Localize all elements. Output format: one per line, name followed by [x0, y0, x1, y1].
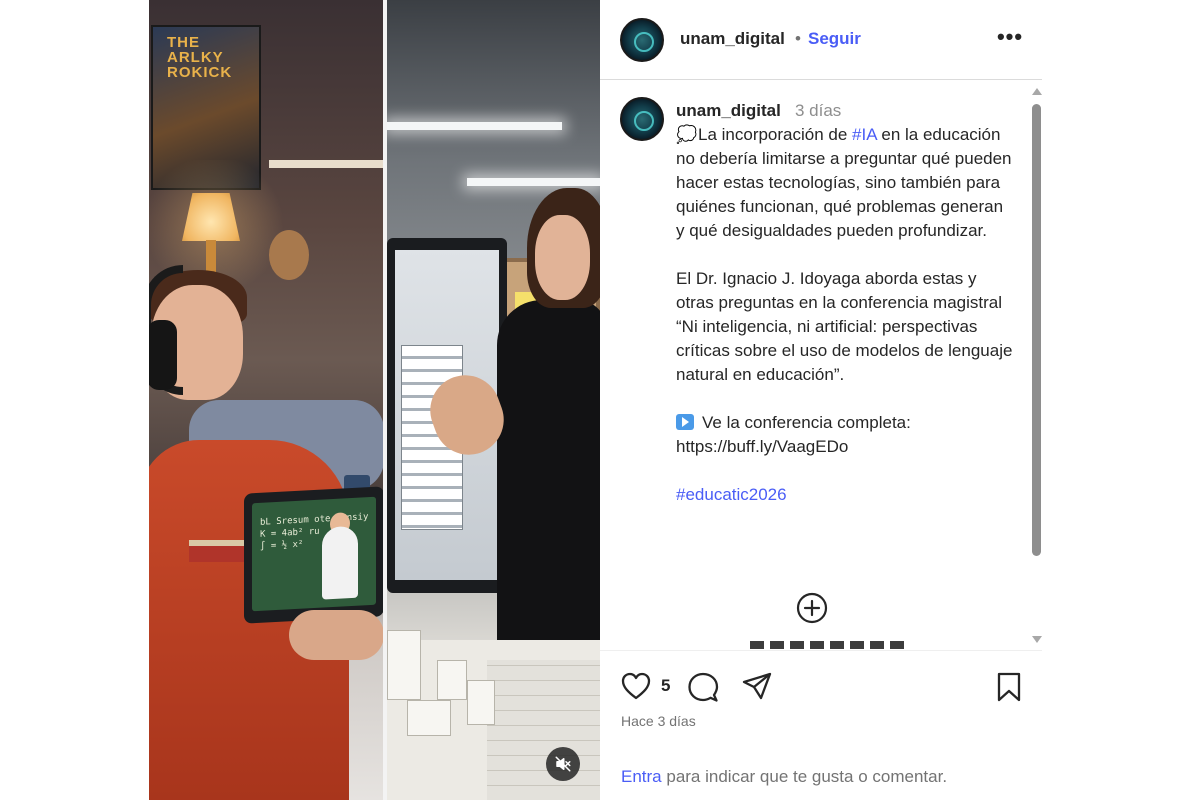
ceiling-light — [387, 122, 562, 130]
woman-face — [535, 215, 590, 300]
scroll-thumb[interactable] — [1032, 104, 1041, 556]
bookmark-icon — [997, 672, 1021, 702]
login-prompt-text: para indicar que te gusta o comentar. — [661, 767, 948, 786]
boy-hand — [289, 610, 383, 660]
header-separator: • — [795, 29, 801, 48]
mute-button[interactable] — [546, 747, 580, 781]
login-link[interactable]: Entra — [621, 767, 662, 786]
save-button[interactable] — [995, 671, 1023, 708]
post-sidebar: unam_digital • Seguir ••• unam_digital 3… — [600, 0, 1042, 800]
poster-title: THE ARLKY ROKICK — [167, 34, 233, 81]
comments-scrollbar[interactable] — [1030, 88, 1042, 646]
caption-p3-line1: Ve la conferencia completa: — [702, 413, 911, 432]
hashtag-educatic-link[interactable]: #educatic2026 — [676, 485, 787, 504]
play-button-icon — [676, 414, 694, 430]
image-panel-architect — [387, 0, 600, 800]
tablet-screen: bL Sresum ote sensiy K = 4ab² ru ∫ = ½ x… — [252, 496, 376, 612]
scroll-up-arrow-icon[interactable] — [1032, 88, 1042, 95]
scroll-down-arrow-icon[interactable] — [1032, 636, 1042, 643]
author-username[interactable]: unam_digital — [680, 29, 785, 49]
caption-paragraph-3: Ve la conferencia completa: — [676, 411, 1016, 435]
send-icon — [742, 672, 772, 700]
building-model — [437, 660, 467, 700]
post-viewer: THE ARLKY ROKICK bL Sresum ote sensiy K … — [0, 0, 1200, 800]
ceiling-light — [467, 178, 600, 186]
post-timestamp: Hace 3 días — [621, 713, 696, 729]
caption-username[interactable]: unam_digital — [676, 101, 781, 121]
building-model — [407, 700, 451, 736]
more-options-button[interactable]: ••• — [995, 22, 1025, 56]
caption-p1-before: La incorporación de — [698, 125, 853, 144]
caption-author-avatar[interactable] — [620, 97, 664, 141]
caption-paragraph-2: El Dr. Ignacio J. Idoyaga aborda estas y… — [676, 269, 1013, 384]
comment-icon — [688, 672, 719, 702]
conference-url: https://buff.ly/VaagEDo — [676, 437, 849, 456]
share-button[interactable] — [741, 671, 773, 708]
post-media-image[interactable]: THE ARLKY ROKICK bL Sresum ote sensiy K … — [149, 0, 600, 800]
like-count[interactable]: 5 — [661, 676, 670, 696]
comments-section[interactable]: unam_digital 3 días 💭La incorporación de… — [600, 81, 1042, 649]
headphone-earcup — [149, 320, 177, 390]
more-options-icon: ••• — [996, 24, 1024, 49]
follow-button[interactable]: Seguir — [808, 29, 861, 49]
building-model — [467, 680, 495, 725]
caption-time: 3 días — [795, 101, 842, 120]
building-model — [387, 630, 421, 700]
comment-button[interactable] — [687, 671, 719, 708]
like-button[interactable] — [620, 671, 652, 706]
wall-shelf — [269, 160, 383, 168]
image-panel-student: THE ARLKY ROKICK bL Sresum ote sensiy K … — [149, 0, 383, 800]
heart-icon — [621, 672, 651, 700]
post-actions: 5 Hace 3 días Entra para indicar que te … — [600, 650, 1042, 800]
post-header: unam_digital • Seguir ••• — [600, 0, 1042, 80]
login-prompt: Entra para indicar que te gusta o coment… — [621, 767, 947, 787]
caption-paragraph-1: 💭La incorporación de #IA en la educación… — [676, 123, 1016, 243]
post-caption: 💭La incorporación de #IA en la educación… — [676, 123, 1016, 507]
teacher-avatar-coat — [322, 525, 358, 600]
teddy-bear — [269, 230, 309, 280]
speech-bubble-icon: 💭 — [676, 125, 698, 144]
blueprint-sheet — [487, 660, 600, 800]
tablet-device: bL Sresum ote sensiy K = 4ab² ru ∫ = ½ x… — [244, 486, 383, 624]
speaker-muted-icon — [555, 756, 571, 772]
hashtag-ia-link[interactable]: #IA — [852, 125, 877, 144]
clipped-comment-text — [750, 641, 910, 649]
plus-circle-icon — [796, 592, 828, 624]
load-more-comments-button[interactable] — [795, 591, 829, 625]
author-avatar[interactable] — [620, 18, 664, 62]
